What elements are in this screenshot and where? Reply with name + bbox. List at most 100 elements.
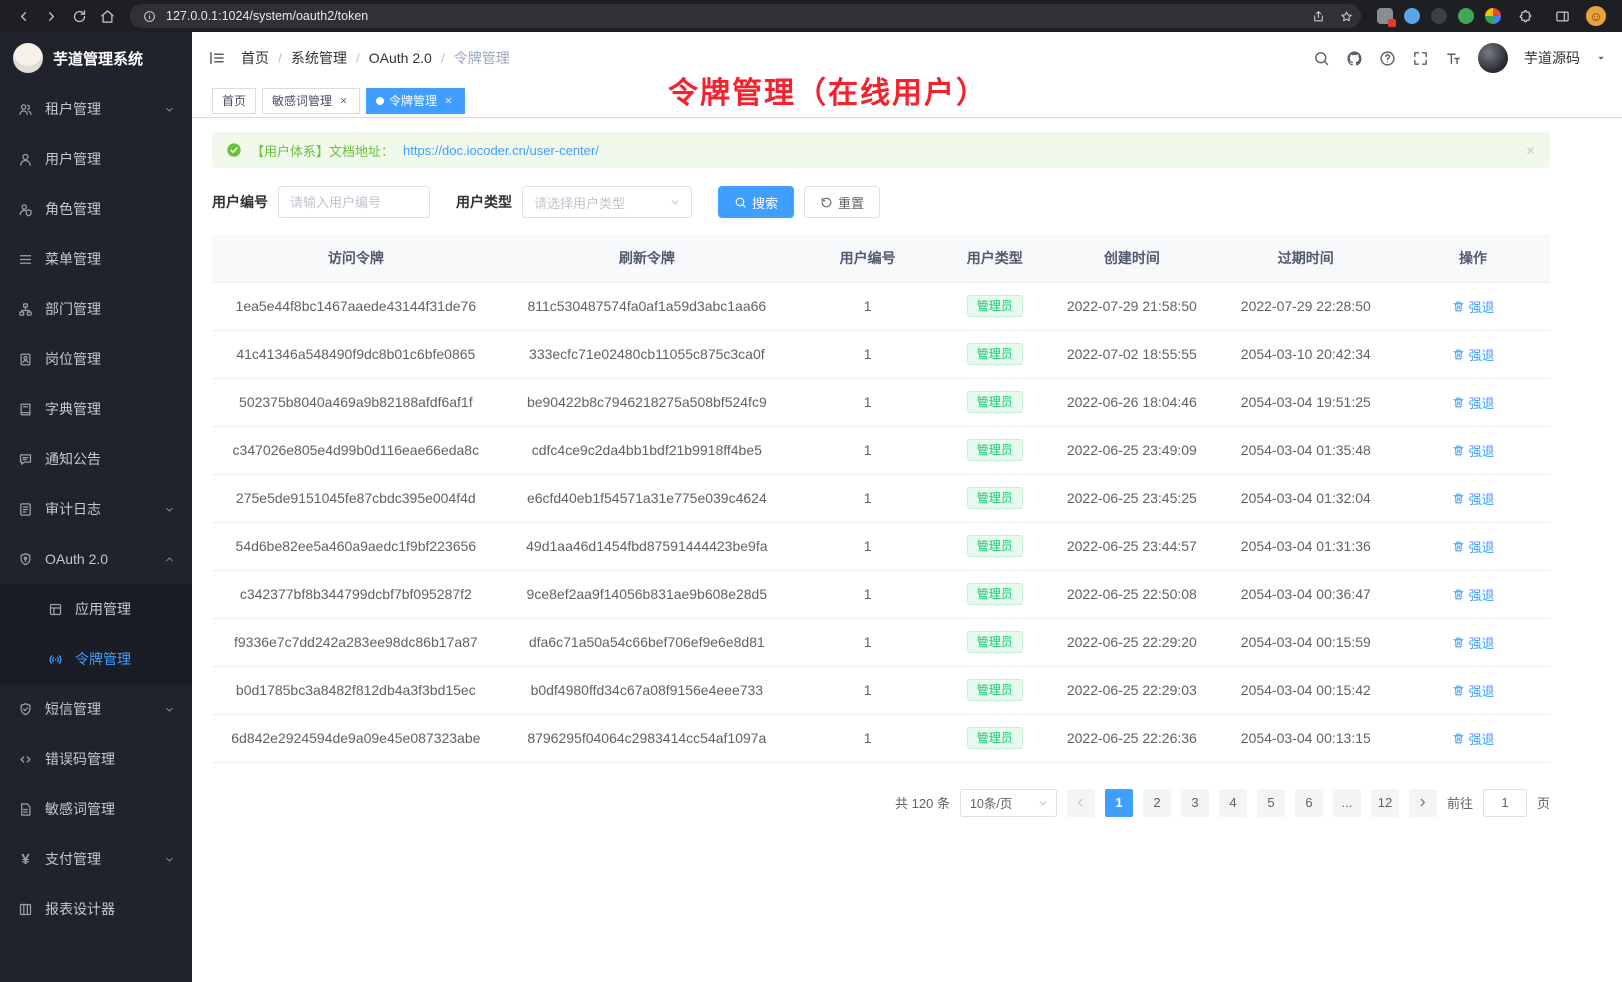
page-button-5[interactable]: 5 (1257, 789, 1285, 817)
sidebar-item-oauth2-app[interactable]: 应用管理 (0, 584, 192, 634)
page-size-select[interactable]: 10条/页 (960, 789, 1057, 817)
force-logout-button[interactable]: 强退 (1452, 585, 1495, 604)
role-icon (17, 202, 34, 217)
force-logout-button[interactable]: 强退 (1452, 297, 1495, 316)
site-info-icon[interactable] (138, 5, 160, 27)
side-panel-icon[interactable] (1549, 3, 1575, 29)
browser-profile-avatar[interactable]: ☺ (1586, 6, 1606, 26)
force-logout-button[interactable]: 强退 (1452, 489, 1495, 508)
back-icon[interactable] (10, 3, 36, 29)
reload-icon[interactable] (66, 3, 92, 29)
alert-close-icon[interactable] (1525, 145, 1536, 156)
user-id-input[interactable] (278, 186, 430, 218)
created-time-cell: 2022-06-25 23:49:09 (1048, 426, 1215, 474)
tab-close-icon[interactable] (337, 94, 350, 107)
sidebar-item-label: 字典管理 (45, 399, 101, 419)
fullscreen-icon[interactable] (1412, 50, 1429, 67)
prev-page-button[interactable] (1067, 789, 1095, 817)
extension-badge-icon[interactable] (1377, 8, 1393, 24)
sidebar-item-audit-log[interactable]: 审计日志 (0, 484, 192, 534)
sidebar-item-oauth2[interactable]: OAuth 2.0 (0, 534, 192, 584)
page-button-3[interactable]: 3 (1181, 789, 1209, 817)
user-type-cell: 管理员 (941, 378, 1048, 426)
extension-icon[interactable] (1458, 8, 1474, 24)
sidebar-item-user[interactable]: 用户管理 (0, 134, 192, 184)
refresh-token-cell: e6cfd40eb1f54571a31e775e039c4624 (500, 474, 794, 522)
sidebar-item-pay[interactable]: ¥ 支付管理 (0, 834, 192, 884)
sidebar-item-oauth2-token[interactable]: 令牌管理 (0, 634, 192, 684)
sidebar-item-role[interactable]: 角色管理 (0, 184, 192, 234)
next-page-button[interactable] (1409, 789, 1437, 817)
tab-sensitive-word[interactable]: 敏感词管理 (262, 88, 360, 114)
sidebar-item-post[interactable]: 岗位管理 (0, 334, 192, 384)
user-type-badge: 管理员 (967, 295, 1023, 317)
extension-icon[interactable] (1404, 8, 1420, 24)
access-token-cell: c342377bf8b344799dcbf7bf095287f2 (212, 570, 500, 618)
search-icon[interactable] (1313, 50, 1330, 67)
forward-icon[interactable] (38, 3, 64, 29)
access-token-cell: 275e5de9151045fe87cbdc395e004f4d (212, 474, 500, 522)
tab-home[interactable]: 首页 (212, 88, 256, 114)
user-name[interactable]: 芋道源码 (1524, 48, 1580, 68)
sidebar-item-sensitive-word[interactable]: 敏感词管理 (0, 784, 192, 834)
user-type-select[interactable]: 请选择用户类型 (522, 186, 692, 218)
tab-close-icon[interactable] (442, 94, 455, 107)
page-button-2[interactable]: 2 (1143, 789, 1171, 817)
sidebar-item-dict[interactable]: 字典管理 (0, 384, 192, 434)
sidebar-item-error-code[interactable]: 错误码管理 (0, 734, 192, 784)
delete-icon (1452, 636, 1465, 649)
user-id-cell: 1 (794, 618, 941, 666)
github-icon[interactable] (1346, 50, 1363, 67)
table-row: 6d842e2924594de9a09e45e087323abe 8796295… (212, 714, 1550, 762)
font-size-icon[interactable] (1445, 50, 1462, 67)
tab-token[interactable]: 令牌管理 (366, 88, 465, 114)
force-logout-button[interactable]: 强退 (1452, 441, 1495, 460)
force-logout-button[interactable]: 强退 (1452, 729, 1495, 748)
force-logout-button[interactable]: 强退 (1452, 681, 1495, 700)
sidebar-item-label: 支付管理 (45, 849, 101, 869)
hamburger-icon[interactable] (208, 49, 226, 67)
alert-link[interactable]: https://doc.iocoder.cn/user-center/ (403, 143, 599, 158)
token-icon (47, 652, 64, 667)
sidebar-item-dept[interactable]: 部门管理 (0, 284, 192, 334)
action-cell: 强退 (1396, 426, 1550, 474)
share-icon[interactable] (1307, 5, 1329, 27)
goto-page-input[interactable] (1483, 789, 1527, 817)
search-button[interactable]: 搜索 (718, 186, 794, 218)
force-logout-button[interactable]: 强退 (1452, 393, 1495, 412)
caret-down-icon[interactable] (1596, 53, 1606, 63)
sidebar-item-report[interactable]: 报表设计器 (0, 884, 192, 934)
sidebar-item-sms[interactable]: 短信管理 (0, 684, 192, 734)
breadcrumb-item[interactable]: 系统管理 (291, 48, 347, 68)
address-bar[interactable]: 127.0.0.1:1024/system/oauth2/token (130, 4, 1361, 28)
breadcrumb-item[interactable]: OAuth 2.0 (369, 50, 432, 66)
force-logout-button[interactable]: 强退 (1452, 345, 1495, 364)
extension-icon[interactable] (1485, 8, 1501, 24)
puzzle-icon[interactable] (1512, 3, 1538, 29)
expire-time-cell: 2054-03-04 00:36:47 (1215, 570, 1396, 618)
force-logout-button[interactable]: 强退 (1452, 537, 1495, 556)
help-icon[interactable] (1379, 50, 1396, 67)
user-avatar[interactable] (1478, 43, 1508, 73)
page-button-12[interactable]: 12 (1371, 789, 1399, 817)
user-type-badge: 管理员 (967, 391, 1023, 413)
page-button-4[interactable]: 4 (1219, 789, 1247, 817)
more-pages-button[interactable]: ... (1333, 789, 1361, 817)
delete-icon (1452, 300, 1465, 313)
home-icon[interactable] (94, 3, 120, 29)
chevron-down-icon (164, 104, 175, 115)
sidebar-item-tenant[interactable]: 租户管理 (0, 84, 192, 134)
breadcrumb-item[interactable]: 首页 (241, 48, 269, 68)
page-button-1[interactable]: 1 (1105, 789, 1133, 817)
oauth-icon (17, 552, 34, 567)
delete-icon (1452, 684, 1465, 697)
extension-icon[interactable] (1431, 8, 1447, 24)
force-logout-button[interactable]: 强退 (1452, 633, 1495, 652)
bookmark-star-icon[interactable] (1335, 5, 1357, 27)
page-button-6[interactable]: 6 (1295, 789, 1323, 817)
breadcrumb: 首页/系统管理/OAuth 2.0/令牌管理 (241, 48, 510, 68)
sidebar-item-menu[interactable]: 菜单管理 (0, 234, 192, 284)
sidebar-item-notice[interactable]: 通知公告 (0, 434, 192, 484)
reset-button[interactable]: 重置 (804, 186, 880, 218)
refresh-token-cell: 49d1aa46d1454fbd87591444423be9fa (500, 522, 794, 570)
